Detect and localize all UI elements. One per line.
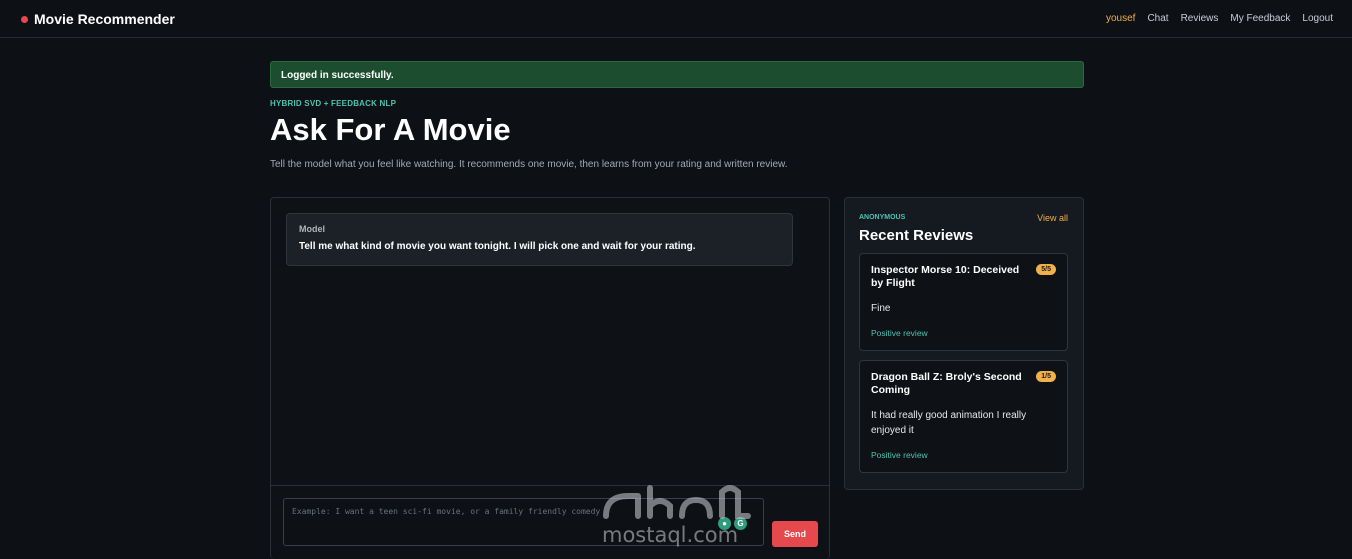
nav-logout-link[interactable]: Logout — [1302, 13, 1333, 24]
reviews-eyebrow: ANONYMOUS — [859, 214, 906, 221]
review-sentiment: Positive review — [871, 328, 928, 338]
brand-dot-icon — [21, 16, 28, 23]
nav-my-feedback-link[interactable]: My Feedback — [1230, 13, 1290, 24]
reviews-title: Recent Reviews — [859, 227, 974, 244]
rating-badge: 5/5 — [1036, 264, 1056, 275]
hero-eyebrow: HYBRID SVD + FEEDBACK NLP — [270, 99, 397, 108]
recent-reviews-panel: ANONYMOUS View all Recent Reviews Inspec… — [844, 197, 1084, 490]
brand-title: Movie Recommender — [34, 11, 175, 27]
rating-badge: 1/5 — [1036, 371, 1056, 382]
review-card[interactable]: Inspector Morse 10: Deceived by Flight 5… — [859, 253, 1068, 351]
review-sentiment: Positive review — [871, 450, 928, 460]
chat-message-role: Model — [299, 224, 325, 234]
review-text: It had really good animation I really en… — [871, 410, 1027, 436]
nav-links: yousef Chat Reviews My Feedback Logout — [1106, 13, 1333, 24]
page-title: Ask For A Movie — [270, 112, 511, 147]
chat-message-bubble: Model Tell me what kind of movie you wan… — [286, 213, 793, 266]
nav-reviews-link[interactable]: Reviews — [1181, 13, 1219, 24]
review-card[interactable]: Dragon Ball Z: Broly's Second Coming 1/5… — [859, 360, 1068, 473]
view-all-link[interactable]: View all — [1037, 213, 1068, 223]
nav-chat-link[interactable]: Chat — [1147, 13, 1168, 24]
watermark-logo: mostaql.com — [598, 478, 758, 548]
watermark-arabic-logo-icon — [603, 485, 751, 519]
review-text: Fine — [871, 303, 891, 314]
flash-success-message: Logged in successfully. — [270, 61, 1084, 88]
watermark-text: mostaql.com — [602, 523, 739, 547]
page-subtitle: Tell the model what you feel like watchi… — [270, 159, 788, 170]
send-button[interactable]: Send — [772, 521, 818, 547]
brand[interactable]: Movie Recommender — [21, 11, 175, 27]
top-navbar: Movie Recommender yousef Chat Reviews My… — [0, 0, 1352, 38]
nav-user-link[interactable]: yousef — [1106, 13, 1135, 24]
chat-message-text: Tell me what kind of movie you want toni… — [299, 241, 696, 252]
review-movie-title: Inspector Morse 10: Deceived by Flight — [871, 264, 1020, 289]
review-movie-title: Dragon Ball Z: Broly's Second Coming — [871, 371, 1022, 396]
